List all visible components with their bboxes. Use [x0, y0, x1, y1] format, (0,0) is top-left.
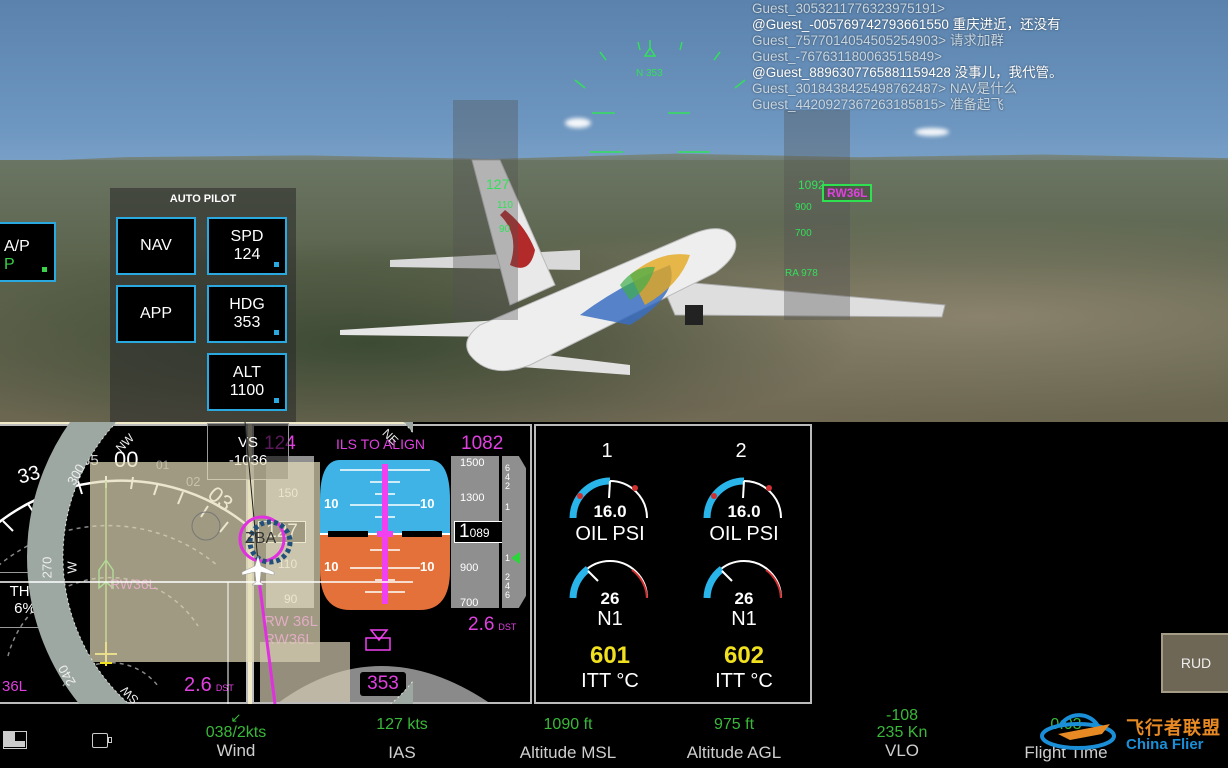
chat-line: Guest_3018438425498762487> NAV是什么	[752, 81, 1018, 96]
moving-map[interactable]: ZBA NW 300 270 W 240 SW NE	[0, 422, 413, 707]
hud-alt-tape	[784, 110, 850, 320]
altitude-msl-label: Altitude MSL	[519, 743, 617, 762]
hdg-value: 353	[233, 314, 261, 331]
oil-psi-label: OIL PSI	[575, 523, 645, 545]
vlo-stat: -108 235 Kn VLO	[832, 707, 972, 761]
pitch-label: 10	[420, 496, 435, 511]
oil-psi-value: 16.0	[727, 502, 761, 521]
spd-indicator	[274, 262, 279, 267]
watermark-logo-icon	[1040, 713, 1116, 750]
alt-tick-label: 1500	[460, 457, 485, 469]
rud-label: RUD	[1180, 655, 1212, 671]
hud-alt-tick: 900	[795, 202, 812, 213]
chat-log: Guest_3053211776323975191> @Guest_-00576…	[752, 1, 1063, 113]
alt-tick-label: 900	[460, 562, 479, 574]
layout-toggle-icon[interactable]	[3, 731, 27, 749]
altitude-msl-value: 1090 ft	[543, 716, 593, 733]
ias-value: 127 kts	[376, 716, 428, 733]
spd-button[interactable]: SPD 124	[207, 217, 287, 275]
altitude-msl-stat: 1090 ft Altitude MSL	[498, 716, 638, 763]
n1-value: 26	[600, 589, 620, 608]
map-graphics	[0, 422, 413, 704]
map-compass-label: 270	[39, 556, 55, 579]
hud-speed-tick: 110	[497, 200, 513, 211]
hud-pitch-ladder	[574, 40, 746, 153]
alt-value: 1100	[229, 382, 265, 399]
hud-speed: 127	[486, 176, 510, 192]
current-altitude: 1089	[454, 521, 506, 543]
n1-value: 26	[734, 589, 754, 608]
chat-line: @Guest_-0057697427936615​50 重庆进近，还没有	[752, 17, 1061, 32]
hud-speed-tick: 90	[499, 224, 511, 235]
vs-tick-labels-down: 1246	[505, 553, 511, 600]
nav-label: NAV	[140, 237, 172, 254]
alt-label: ALT	[232, 364, 262, 381]
itt-label: ITT °C	[715, 670, 773, 692]
map-compass-label: W	[64, 561, 80, 574]
altitude-agl-stat: 975 ft Altitude AGL	[664, 716, 804, 763]
hud-radio-alt: RA 978	[785, 268, 818, 279]
camera-icon[interactable]	[92, 733, 112, 748]
hdg-button[interactable]: HDG 353	[207, 285, 287, 343]
ias-stat: 127 kts IAS	[332, 716, 472, 763]
wind-value: 038/2kts	[205, 724, 267, 741]
vlo-value: -108	[885, 707, 919, 724]
alt-button[interactable]: ALT 1100	[207, 353, 287, 411]
itt-value: 602	[723, 642, 765, 669]
oil-psi-label: OIL PSI	[709, 523, 779, 545]
instrument-panel: 33 34 35 00 01 02 03 2 THR 6% RW36L 36L …	[0, 422, 1228, 707]
wind-stat: ↙ 038/2kts Wind	[166, 710, 306, 761]
hud-alt-tick: 700	[795, 228, 812, 239]
alt-indicator	[274, 398, 279, 403]
n1-label: N1	[731, 608, 757, 630]
engine-display: 1 2 16.0 16.0 OIL PSI OIL PSI 26 26 N1 N…	[534, 424, 812, 704]
itt-value: 601	[589, 642, 631, 669]
watermark-en: China Flier	[1126, 736, 1204, 753]
autopilot-title: AUTO PILOT	[169, 193, 237, 205]
spd-label: SPD	[230, 228, 264, 245]
itt-label: ITT °C	[581, 670, 639, 692]
chat-line: Guest_-767631180063515849>	[752, 49, 943, 64]
app-button[interactable]: APP	[116, 285, 196, 343]
wind-label: Wind	[216, 741, 256, 760]
oil-psi-value: 16.0	[593, 502, 627, 521]
hud-altitude: 1092	[798, 178, 825, 192]
watermark: 飞行者联盟 China Flier	[1040, 704, 1228, 768]
ias-label: IAS	[388, 743, 416, 762]
autopilot-panel: AUTO PILOT NAV SPD 124 APP HDG 353 ALT 1…	[110, 188, 296, 422]
cloud	[915, 128, 949, 136]
chat-line: Guest_3053211776323975191>	[752, 1, 946, 16]
hud-runway-label: RW36L	[822, 184, 873, 202]
nav-button[interactable]: NAV	[116, 217, 196, 275]
map-airport-code: ZBA	[245, 530, 277, 547]
vs-tick-labels-up: 6421	[505, 463, 511, 512]
autopilot-master-button[interactable]: A/P P	[0, 222, 56, 282]
chat-line: Guest_7577014054505254903> 请求加群	[752, 33, 1004, 48]
hdg-label: HDG	[229, 296, 265, 313]
vlo-speed: 235 Kn	[876, 724, 928, 741]
altitude-agl-value: 975 ft	[713, 716, 755, 733]
wind-arrow-icon: ↙	[230, 710, 242, 725]
vlo-label: VLO	[884, 741, 920, 760]
pitch-label: 10	[420, 559, 435, 574]
ap-master-label: A/P	[4, 238, 30, 255]
vs-pointer-icon	[511, 552, 520, 564]
app-label: APP	[139, 305, 172, 322]
rudder-button[interactable]: RUD	[1161, 633, 1228, 693]
alt-tick-label: 1300	[460, 492, 485, 504]
altitude-agl-label: Altitude AGL	[686, 743, 782, 762]
chat-line: Guest_4420927367263185815> 准备起飞	[752, 97, 1004, 112]
alt-tick-label: 700	[460, 597, 479, 609]
hdg-indicator	[274, 330, 279, 335]
ap-active-indicator	[42, 267, 47, 272]
selected-altitude: 1082	[461, 433, 504, 454]
chat-line: @Guest_8896307765881159428 没事儿，我代管。	[752, 65, 1063, 80]
n1-label: N1	[597, 608, 623, 630]
spd-value: 124	[233, 246, 261, 263]
